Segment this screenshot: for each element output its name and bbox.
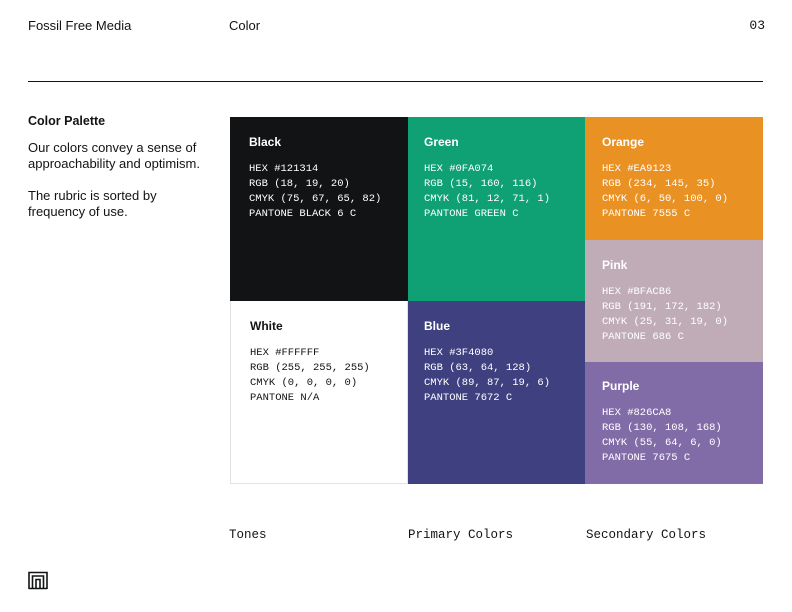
swatch-pantone: PANTONE 7672 C [424, 392, 513, 404]
swatch-rgb: RGB (130, 108, 168) [602, 422, 722, 434]
swatch-cmyk: CMYK (81, 12, 71, 1) [424, 193, 551, 205]
swatch-hex: HEX #FFFFFF [250, 347, 320, 359]
swatch-orange: Orange HEX #EA9123 RGB (234, 145, 35) CM… [585, 117, 763, 240]
header-divider [28, 81, 763, 82]
swatch-pantone: PANTONE 7675 C [602, 452, 691, 464]
swatch-hex: HEX #3F4080 [424, 347, 494, 359]
swatch-cmyk: CMYK (75, 67, 65, 82) [249, 193, 382, 205]
swatch-name: White [250, 319, 283, 333]
column-label-primary: Primary Colors [408, 528, 514, 542]
sidebar-sort-note: The rubric is sorted by frequency of use… [28, 188, 157, 219]
swatch-hex: HEX #EA9123 [602, 163, 672, 175]
swatch-name: Purple [602, 379, 640, 393]
swatch-rgb: RGB (255, 255, 255) [250, 362, 370, 374]
swatch-cmyk: CMYK (0, 0, 0, 0) [250, 377, 358, 389]
swatch-white: White HEX #FFFFFF RGB (255, 255, 255) CM… [230, 301, 408, 484]
swatch-green: Green HEX #0FA074 RGB (15, 160, 116) CMY… [408, 117, 585, 301]
swatch-hex: HEX #826CA8 [602, 407, 672, 419]
swatch-pantone: PANTONE BLACK 6 C [249, 208, 357, 220]
swatch-name: Orange [602, 135, 645, 149]
color-palette-grid: Black HEX #121314 RGB (18, 19, 20) CMYK … [230, 117, 763, 484]
sidebar: Color Palette Our colors convey a sense … [28, 113, 208, 236]
swatch-rgb: RGB (18, 19, 20) [249, 178, 350, 190]
ffm-logo-icon [28, 571, 48, 590]
swatch-cmyk: CMYK (89, 87, 19, 6) [424, 377, 551, 389]
swatch-rgb: RGB (191, 172, 182) [602, 301, 722, 313]
column-label-secondary: Secondary Colors [586, 528, 707, 542]
swatch-rgb: RGB (15, 160, 116) [424, 178, 538, 190]
sidebar-intro-text: Our colors convey a sense of approachabi… [28, 140, 200, 171]
swatch-pantone: PANTONE N/A [250, 392, 320, 404]
swatch-hex: HEX #BFACB6 [602, 286, 672, 298]
swatch-rgb: RGB (63, 64, 128) [424, 362, 532, 374]
swatch-pink: Pink HEX #BFACB6 RGB (191, 172, 182) CMY… [585, 240, 763, 362]
swatch-cmyk: CMYK (25, 31, 19, 0) [602, 316, 729, 328]
swatch-black: Black HEX #121314 RGB (18, 19, 20) CMYK … [230, 117, 408, 301]
section-title: Color [229, 18, 261, 33]
swatch-pantone: PANTONE 7555 C [602, 208, 691, 220]
swatch-purple: Purple HEX #826CA8 RGB (130, 108, 168) C… [585, 362, 763, 484]
brand-name: Fossil Free Media [28, 18, 132, 33]
swatch-pantone: PANTONE 686 C [602, 331, 684, 343]
swatch-cmyk: CMYK (55, 64, 6, 0) [602, 437, 722, 449]
sidebar-heading: Color Palette [28, 114, 106, 128]
swatch-cmyk: CMYK (6, 50, 100, 0) [602, 193, 729, 205]
swatch-name: Green [424, 135, 459, 149]
page-number: 03 [749, 18, 765, 33]
swatch-name: Blue [424, 319, 451, 333]
swatch-hex: HEX #0FA074 [424, 163, 494, 175]
swatch-pantone: PANTONE GREEN C [424, 208, 519, 220]
swatch-rgb: RGB (234, 145, 35) [602, 178, 716, 190]
column-label-tones: Tones [229, 528, 267, 542]
swatch-name: Pink [602, 258, 628, 272]
swatch-hex: HEX #121314 [249, 163, 319, 175]
swatch-name: Black [249, 135, 282, 149]
swatch-blue: Blue HEX #3F4080 RGB (63, 64, 128) CMYK … [408, 301, 585, 484]
